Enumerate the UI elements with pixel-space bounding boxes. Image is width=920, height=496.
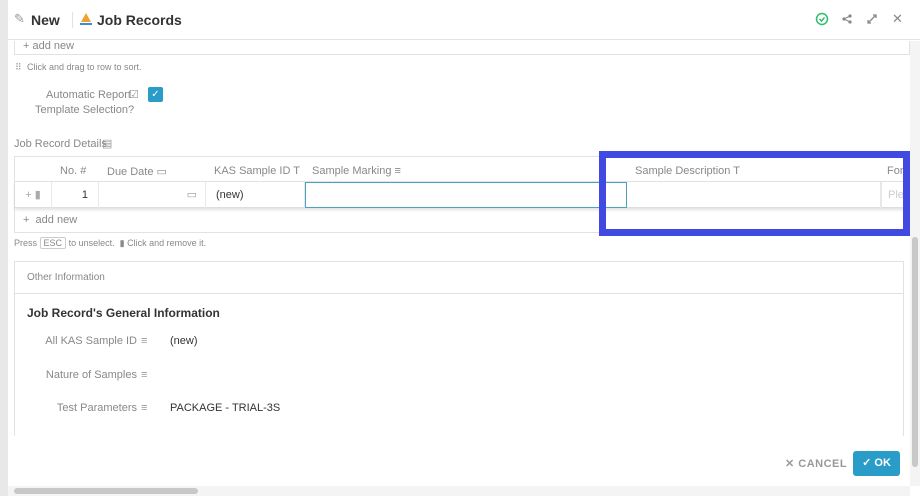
col-label: No. bbox=[60, 165, 78, 177]
cell-due-date[interactable]: ▭ bbox=[99, 182, 206, 208]
dialog-footer bbox=[8, 436, 910, 486]
expand-icon[interactable] bbox=[866, 12, 878, 30]
auto-report-label: Automatic Report bbox=[46, 89, 131, 101]
app-logo-icon bbox=[80, 12, 92, 26]
hint-text: Click and remove it. bbox=[127, 238, 207, 248]
hint-text: Press bbox=[14, 238, 38, 248]
saved-check-icon[interactable] bbox=[815, 12, 829, 31]
cell-kas-sample-id: (new) bbox=[206, 182, 305, 208]
highlight-box bbox=[599, 151, 910, 236]
table-icon: ▤ bbox=[102, 138, 113, 150]
dialog-body: + add new ⠿ Click and drag to row to sor… bbox=[8, 41, 910, 486]
field-value: PACKAGE - TRIAL-3S bbox=[170, 402, 281, 414]
number-icon: # bbox=[80, 165, 87, 177]
mode-label: New bbox=[31, 12, 60, 28]
cell-no[interactable]: 1 bbox=[52, 182, 99, 208]
row-actions: + ▮ bbox=[15, 182, 52, 208]
dialog-header: ✎ New Job Records ✕ bbox=[8, 0, 920, 40]
drag-hint: Click and drag to row to sort. bbox=[27, 62, 142, 72]
lines-icon: ≡ bbox=[394, 165, 401, 177]
calendar-icon[interactable]: ▭ bbox=[187, 182, 197, 208]
add-new-row-button[interactable]: + add new bbox=[23, 214, 77, 226]
col-label: Due Date bbox=[107, 166, 154, 178]
field-label: Nature of Samples bbox=[45, 369, 137, 381]
dialog-title: Job Records bbox=[97, 12, 182, 28]
ok-label: OK bbox=[874, 457, 891, 469]
col-label: KAS Sample ID bbox=[214, 165, 291, 177]
lines-icon: ≡ bbox=[141, 402, 148, 414]
background-window bbox=[0, 0, 8, 496]
share-icon[interactable] bbox=[841, 12, 853, 30]
esc-key-badge: ESC bbox=[39, 237, 67, 249]
panel-title: Other Information bbox=[27, 272, 105, 283]
col-label: Sample Marking bbox=[312, 165, 392, 177]
details-title: Job Record Details bbox=[14, 138, 107, 150]
drag-handle-icon: ⠿ bbox=[15, 62, 22, 72]
panel-header: Other Information bbox=[15, 262, 903, 294]
edit-icon: ✎ bbox=[14, 11, 25, 26]
trash-icon[interactable]: ▮ bbox=[35, 189, 41, 201]
ok-button[interactable]: ✓ OK bbox=[853, 451, 900, 476]
sample-marking-input[interactable] bbox=[305, 182, 627, 208]
scroll-thumb[interactable] bbox=[14, 488, 198, 494]
section-title: Job Record's General Information bbox=[27, 306, 220, 320]
col-header-sample-marking[interactable]: Sample Marking ≡ bbox=[312, 165, 401, 177]
checkbox-type-icon: ☑ bbox=[129, 89, 139, 101]
add-new-label: add new bbox=[35, 214, 78, 226]
table-hint: Press ESC to unselect. ▮ Click and remov… bbox=[14, 237, 207, 249]
field-label: All KAS Sample ID bbox=[45, 335, 137, 347]
scroll-thumb[interactable] bbox=[912, 237, 918, 467]
horizontal-scrollbar[interactable] bbox=[8, 486, 910, 496]
cancel-button[interactable]: ✕ CANCEL bbox=[785, 457, 847, 470]
col-header-due-date[interactable]: Due Date ▭ bbox=[107, 165, 167, 178]
field-value: (new) bbox=[170, 335, 198, 347]
previous-table: + add new bbox=[14, 41, 910, 55]
auto-report-label-2: Template Selection? bbox=[35, 104, 135, 116]
cancel-label: CANCEL bbox=[798, 458, 848, 470]
close-icon[interactable]: ✕ bbox=[892, 11, 903, 27]
lines-icon: ≡ bbox=[141, 369, 148, 381]
col-header-no[interactable]: No. # bbox=[60, 165, 86, 177]
vertical-scrollbar[interactable] bbox=[910, 41, 920, 486]
text-type-icon: T bbox=[293, 165, 301, 177]
col-header-kas-sample-id[interactable]: KAS Sample ID T bbox=[214, 165, 300, 177]
add-new-top[interactable]: + add new bbox=[23, 41, 74, 52]
auto-report-checkbox[interactable]: ✓ bbox=[148, 87, 163, 102]
calendar-icon: ▭ bbox=[156, 166, 167, 178]
lines-icon: ≡ bbox=[141, 335, 148, 347]
add-new-label: add new bbox=[32, 41, 75, 52]
trash-icon: ▮ bbox=[119, 238, 125, 248]
hint-text: to unselect. bbox=[68, 238, 115, 248]
field-label: Test Parameters bbox=[56, 402, 137, 414]
divider bbox=[72, 12, 73, 28]
add-row-icon[interactable]: + bbox=[25, 189, 31, 201]
